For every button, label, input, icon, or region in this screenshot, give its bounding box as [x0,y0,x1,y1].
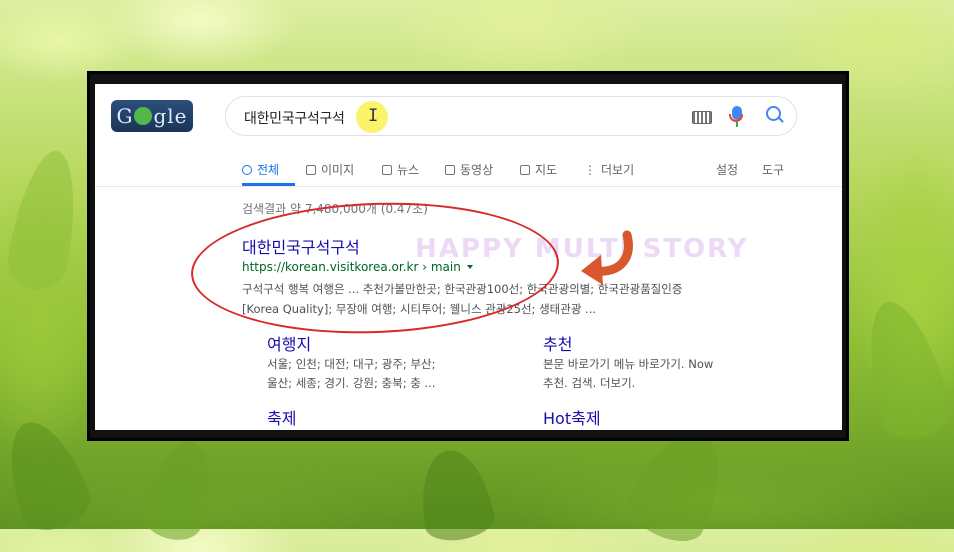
microphone-icon[interactable] [729,106,743,127]
tab-images[interactable]: 이미지 [306,161,354,178]
sitelink-title[interactable]: 추천 [543,331,572,355]
sitelink-title[interactable]: 축제 [267,405,296,429]
sitelink-text: 본문 바로가기 메뉴 바로가기. Now [543,357,714,371]
search-box[interactable]: 대한민국구석구석 I [225,96,797,136]
news-icon [382,165,392,175]
tab-all[interactable]: 전체 [242,161,279,178]
search-icon[interactable] [766,106,781,121]
search-input[interactable]: 대한민국구석구석 [244,108,345,128]
active-tab-indicator [242,183,295,186]
tab-maps[interactable]: 지도 [520,161,557,178]
keyboard-icon[interactable] [692,111,712,124]
annotation-ellipse [188,196,562,340]
background-leaf [138,433,222,547]
annotation-arrow-icon [581,230,633,285]
image-icon [306,165,316,175]
sitelink-title[interactable]: 여행지 [267,331,311,355]
settings-link[interactable]: 설정 [716,161,738,178]
sitelink-title[interactable]: Hot축제 [543,405,601,429]
search-results-page: G gle 대한민국구석구석 I 전체 이미지 뉴스 동영상 지도 ⋮ 더보기 설… [95,84,842,430]
map-icon [520,165,530,175]
ibeam-cursor-icon: I [368,106,379,126]
sitelink-text: 서울; 인천; 대전; 대구; 광주; 부산; [267,357,436,371]
tab-more[interactable]: ⋮ 더보기 [584,161,634,178]
sitelink-text: 추천. 검색. 더보기. [543,376,636,390]
logo-text-left: G [116,104,134,128]
background-leaf [0,411,97,539]
search-icon [242,165,252,175]
tab-news[interactable]: 뉴스 [382,161,419,178]
background-leaf [412,444,498,546]
sitelink-text: 울산; 세종; 경기. 강원; 충북; 충 ... [267,376,436,390]
doodle-creature-icon [134,107,153,125]
more-icon: ⋮ [584,163,596,177]
tab-videos[interactable]: 동영상 [445,161,493,178]
tools-link[interactable]: 도구 [762,161,784,178]
background-leaf [853,293,954,447]
video-icon [445,165,455,175]
google-doodle-logo[interactable]: G gle [111,100,193,132]
logo-text-right: gle [153,104,188,128]
text-cursor-highlight: I [356,101,388,133]
background-leaf [3,145,87,295]
